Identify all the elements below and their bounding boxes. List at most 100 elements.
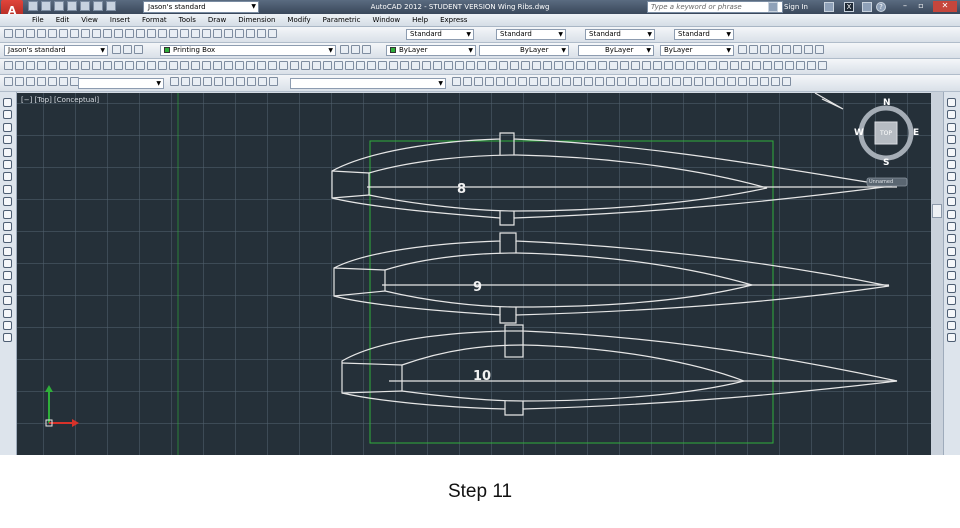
tool-icon[interactable] xyxy=(705,77,714,86)
plot-icon[interactable] xyxy=(37,29,46,38)
point-icon[interactable] xyxy=(3,259,12,269)
tool-icon[interactable] xyxy=(59,61,68,70)
tool-icon[interactable] xyxy=(796,61,805,70)
tool-icon[interactable] xyxy=(738,77,747,86)
tool-icon[interactable] xyxy=(510,61,519,70)
multiline-text-icon[interactable] xyxy=(3,321,12,331)
trim-icon[interactable] xyxy=(947,209,956,219)
tool-icon[interactable] xyxy=(529,77,538,86)
tool-icon[interactable] xyxy=(268,61,277,70)
tool-icon[interactable] xyxy=(595,77,604,86)
tool-icon[interactable] xyxy=(543,61,552,70)
tool-icon[interactable] xyxy=(422,61,431,70)
copy-object-icon[interactable] xyxy=(947,110,956,120)
tool-icon[interactable] xyxy=(202,61,211,70)
tool-icon[interactable] xyxy=(290,61,299,70)
tool-icon[interactable] xyxy=(203,77,212,86)
workspace-select[interactable]: Jason's standard ▼ xyxy=(143,1,259,13)
close-icon[interactable]: ✕ xyxy=(933,1,957,12)
tool-icon[interactable] xyxy=(661,77,670,86)
tool-icon[interactable] xyxy=(650,77,659,86)
save-as-icon[interactable] xyxy=(67,1,77,11)
tool-icon[interactable] xyxy=(312,61,321,70)
tool-icon[interactable] xyxy=(664,61,673,70)
tool-icon[interactable] xyxy=(708,61,717,70)
tool-icon[interactable] xyxy=(378,61,387,70)
tool-icon[interactable] xyxy=(727,77,736,86)
tool-icon[interactable] xyxy=(235,61,244,70)
tool-icon[interactable] xyxy=(807,61,816,70)
zoom-realtime-icon[interactable] xyxy=(15,77,24,86)
printing-box[interactable] xyxy=(369,140,774,444)
polygon-icon[interactable] xyxy=(3,135,12,145)
block-editor-icon[interactable] xyxy=(125,29,134,38)
tool-icon[interactable] xyxy=(4,61,13,70)
tool-icon[interactable] xyxy=(488,61,497,70)
undo-icon[interactable] xyxy=(93,1,103,11)
tool-icon[interactable] xyxy=(455,61,464,70)
open-icon[interactable] xyxy=(41,1,51,11)
arc-icon[interactable] xyxy=(3,159,12,169)
make-current-icon[interactable] xyxy=(340,45,349,54)
tool-icon[interactable] xyxy=(785,61,794,70)
tool-icon[interactable] xyxy=(760,77,769,86)
tool-icon[interactable] xyxy=(774,61,783,70)
menu-parametric[interactable]: Parametric xyxy=(323,14,361,26)
revision-cloud-icon[interactable] xyxy=(3,184,12,194)
tool-icon[interactable] xyxy=(246,61,255,70)
menu-format[interactable]: Format xyxy=(142,14,167,26)
text-style-select[interactable]: Standard ▼ xyxy=(406,29,474,40)
tool-icon[interactable] xyxy=(752,61,761,70)
tool-icon[interactable] xyxy=(191,61,200,70)
tool-icon[interactable] xyxy=(466,61,475,70)
rib-10[interactable] xyxy=(341,324,898,416)
save-icon[interactable] xyxy=(26,29,35,38)
construction-line-icon[interactable] xyxy=(3,110,12,120)
copy-icon[interactable] xyxy=(92,29,101,38)
viewcube-top-label[interactable]: TOP xyxy=(875,130,897,137)
tool-icon[interactable] xyxy=(247,77,256,86)
menu-edit[interactable]: Edit xyxy=(56,14,70,26)
tool-icon[interactable] xyxy=(367,61,376,70)
menu-help[interactable]: Help xyxy=(412,14,428,26)
tool-icon[interactable] xyxy=(628,77,637,86)
tool-icon[interactable] xyxy=(532,61,541,70)
tool-icon[interactable] xyxy=(181,77,190,86)
tool-icon[interactable] xyxy=(617,77,626,86)
stretch-icon[interactable] xyxy=(947,197,956,207)
tool-icon[interactable] xyxy=(716,77,725,86)
tool-icon[interactable] xyxy=(225,77,234,86)
redo-icon[interactable] xyxy=(106,1,116,11)
erase-icon[interactable] xyxy=(947,98,956,107)
tool-icon[interactable] xyxy=(170,77,179,86)
multileader-style-select[interactable]: Standard ▼ xyxy=(674,29,734,40)
cut-icon[interactable] xyxy=(81,29,90,38)
tool-icon[interactable] xyxy=(683,77,692,86)
star-icon[interactable] xyxy=(862,2,872,12)
zoom-previous-icon[interactable] xyxy=(37,77,46,86)
make-block-icon[interactable] xyxy=(3,246,12,256)
tool-icon[interactable] xyxy=(257,61,266,70)
tool-icon[interactable] xyxy=(48,61,57,70)
tool-icon[interactable] xyxy=(518,77,527,86)
tool-icon[interactable] xyxy=(70,61,79,70)
preview-icon[interactable] xyxy=(48,29,57,38)
minimize-icon[interactable]: – xyxy=(898,1,912,12)
pan-icon[interactable] xyxy=(4,77,13,86)
plot-style-select[interactable]: ByLayer ▼ xyxy=(660,45,734,56)
tool-icon[interactable] xyxy=(672,77,681,86)
vertical-scrollbar[interactable] xyxy=(931,92,943,455)
tool-icon[interactable] xyxy=(180,61,189,70)
break-icon[interactable] xyxy=(947,246,956,256)
tool-icon[interactable] xyxy=(653,61,662,70)
tool-icon[interactable] xyxy=(444,61,453,70)
publish-icon[interactable] xyxy=(59,29,68,38)
tool-icon[interactable] xyxy=(400,61,409,70)
tool-icon[interactable] xyxy=(551,77,560,86)
free-orbit-icon[interactable] xyxy=(59,77,68,86)
help-icon[interactable]: ? xyxy=(876,2,886,12)
linetype-select[interactable]: ByLayer ▼ xyxy=(479,45,569,56)
tool-icon[interactable] xyxy=(169,61,178,70)
tool-icon[interactable] xyxy=(499,61,508,70)
open-icon[interactable] xyxy=(15,29,24,38)
